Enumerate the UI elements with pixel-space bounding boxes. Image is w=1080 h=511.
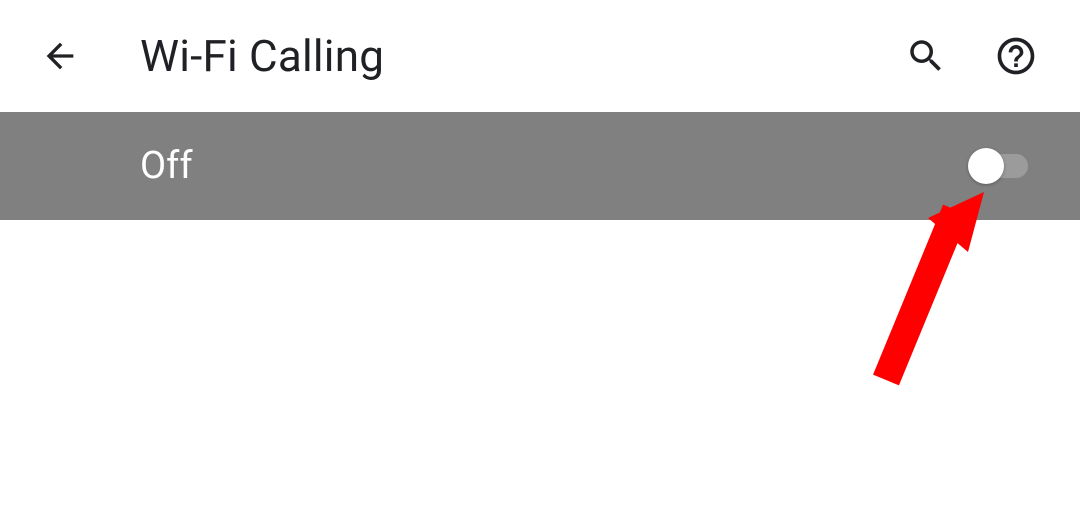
help-button[interactable] (992, 32, 1040, 80)
help-icon (994, 34, 1038, 78)
switch-thumb (968, 148, 1004, 184)
search-icon (905, 35, 947, 77)
wifi-calling-toggle-row[interactable]: Off (0, 112, 1080, 220)
header-actions (902, 32, 1040, 80)
wifi-calling-switch[interactable] (968, 148, 1030, 184)
arrow-back-icon (40, 36, 80, 76)
app-header: Wi-Fi Calling (0, 0, 1080, 112)
page-title: Wi-Fi Calling (140, 30, 902, 82)
toggle-state-label: Off (140, 144, 968, 188)
search-button[interactable] (902, 32, 950, 80)
back-button[interactable] (36, 32, 84, 80)
